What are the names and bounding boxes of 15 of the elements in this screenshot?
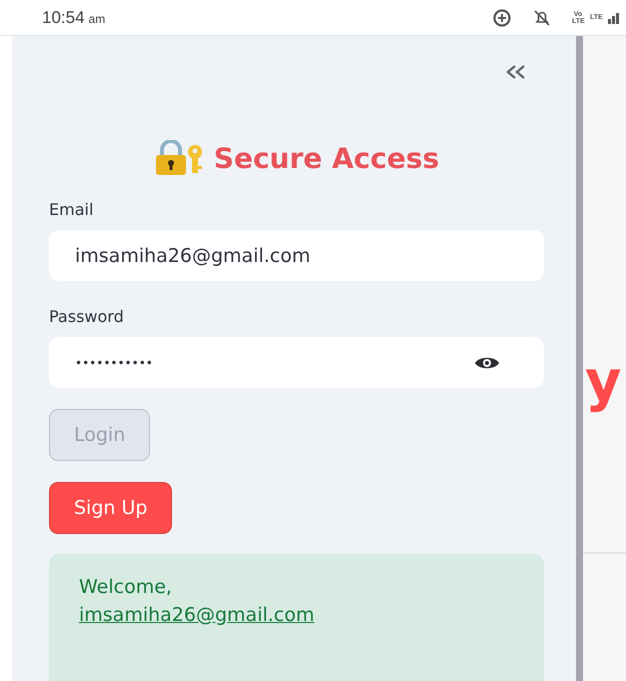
signal-icon	[608, 12, 620, 24]
clock-time: 10:54	[42, 8, 85, 28]
email-link[interactable]: imsamiha26@gmail.com	[79, 604, 314, 626]
muted-bell-icon	[532, 8, 552, 28]
page-heading: y	[585, 354, 622, 410]
sign-up-button[interactable]: Sign Up	[49, 482, 172, 534]
password-label: Password	[49, 307, 125, 326]
clock-meridiem: am	[88, 12, 106, 26]
lock-key-icon	[154, 140, 204, 176]
data-saver-icon	[492, 8, 512, 28]
email-field[interactable]: imsamiha26@gmail.com	[49, 230, 544, 281]
password-field[interactable]: •••••••••••	[49, 337, 544, 388]
welcome-text: Welcome,	[79, 576, 173, 598]
email-label: Email	[49, 200, 94, 219]
sidebar-title: Secure Access	[214, 142, 440, 174]
